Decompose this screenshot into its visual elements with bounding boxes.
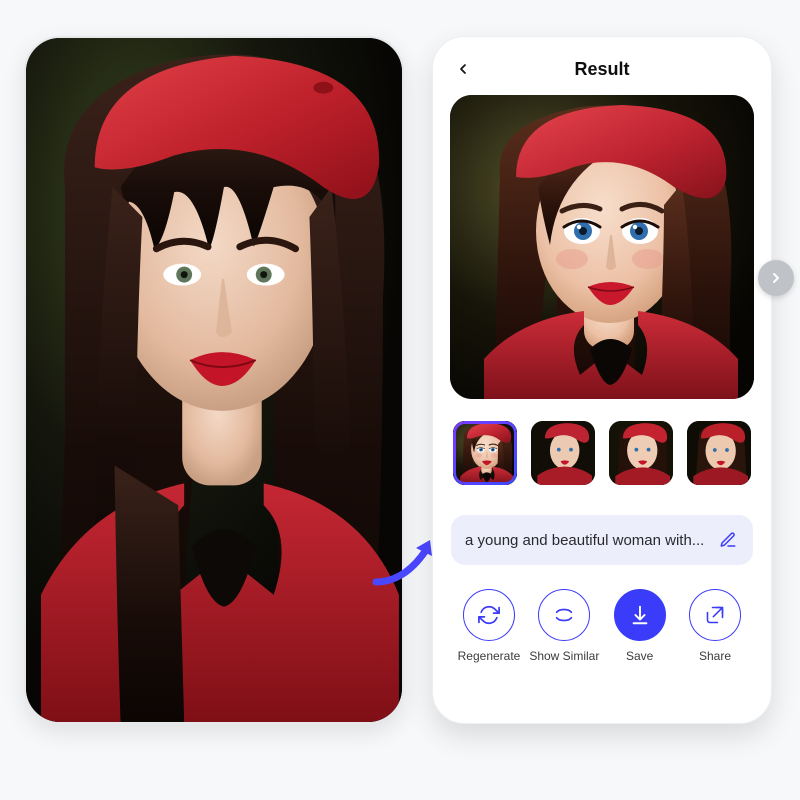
back-button[interactable] bbox=[451, 57, 475, 81]
show-similar-label: Show Similar bbox=[529, 649, 599, 663]
variant-thumbnail[interactable] bbox=[687, 421, 751, 485]
edit-prompt-icon[interactable] bbox=[717, 529, 739, 551]
prompt-text: a young and beautiful woman with... bbox=[465, 532, 707, 549]
result-image[interactable] bbox=[450, 95, 754, 399]
result-header: Result bbox=[451, 55, 753, 83]
save-button[interactable] bbox=[614, 589, 666, 641]
regenerate-button[interactable] bbox=[463, 589, 515, 641]
share-label: Share bbox=[699, 649, 731, 663]
prompt-bar[interactable]: a young and beautiful woman with... bbox=[451, 515, 753, 565]
share-button[interactable] bbox=[689, 589, 741, 641]
page-title: Result bbox=[574, 59, 629, 80]
action-row: Regenerate Show Similar Save Share bbox=[451, 589, 753, 663]
variant-thumbnails bbox=[451, 421, 753, 485]
source-photo bbox=[24, 36, 404, 724]
variant-thumbnail[interactable] bbox=[609, 421, 673, 485]
result-panel: Result bbox=[432, 36, 772, 724]
next-button[interactable] bbox=[758, 260, 794, 296]
regenerate-label: Regenerate bbox=[458, 649, 521, 663]
variant-thumbnail[interactable] bbox=[531, 421, 595, 485]
save-label: Save bbox=[626, 649, 653, 663]
show-similar-button[interactable] bbox=[538, 589, 590, 641]
variant-thumbnail[interactable] bbox=[453, 421, 517, 485]
